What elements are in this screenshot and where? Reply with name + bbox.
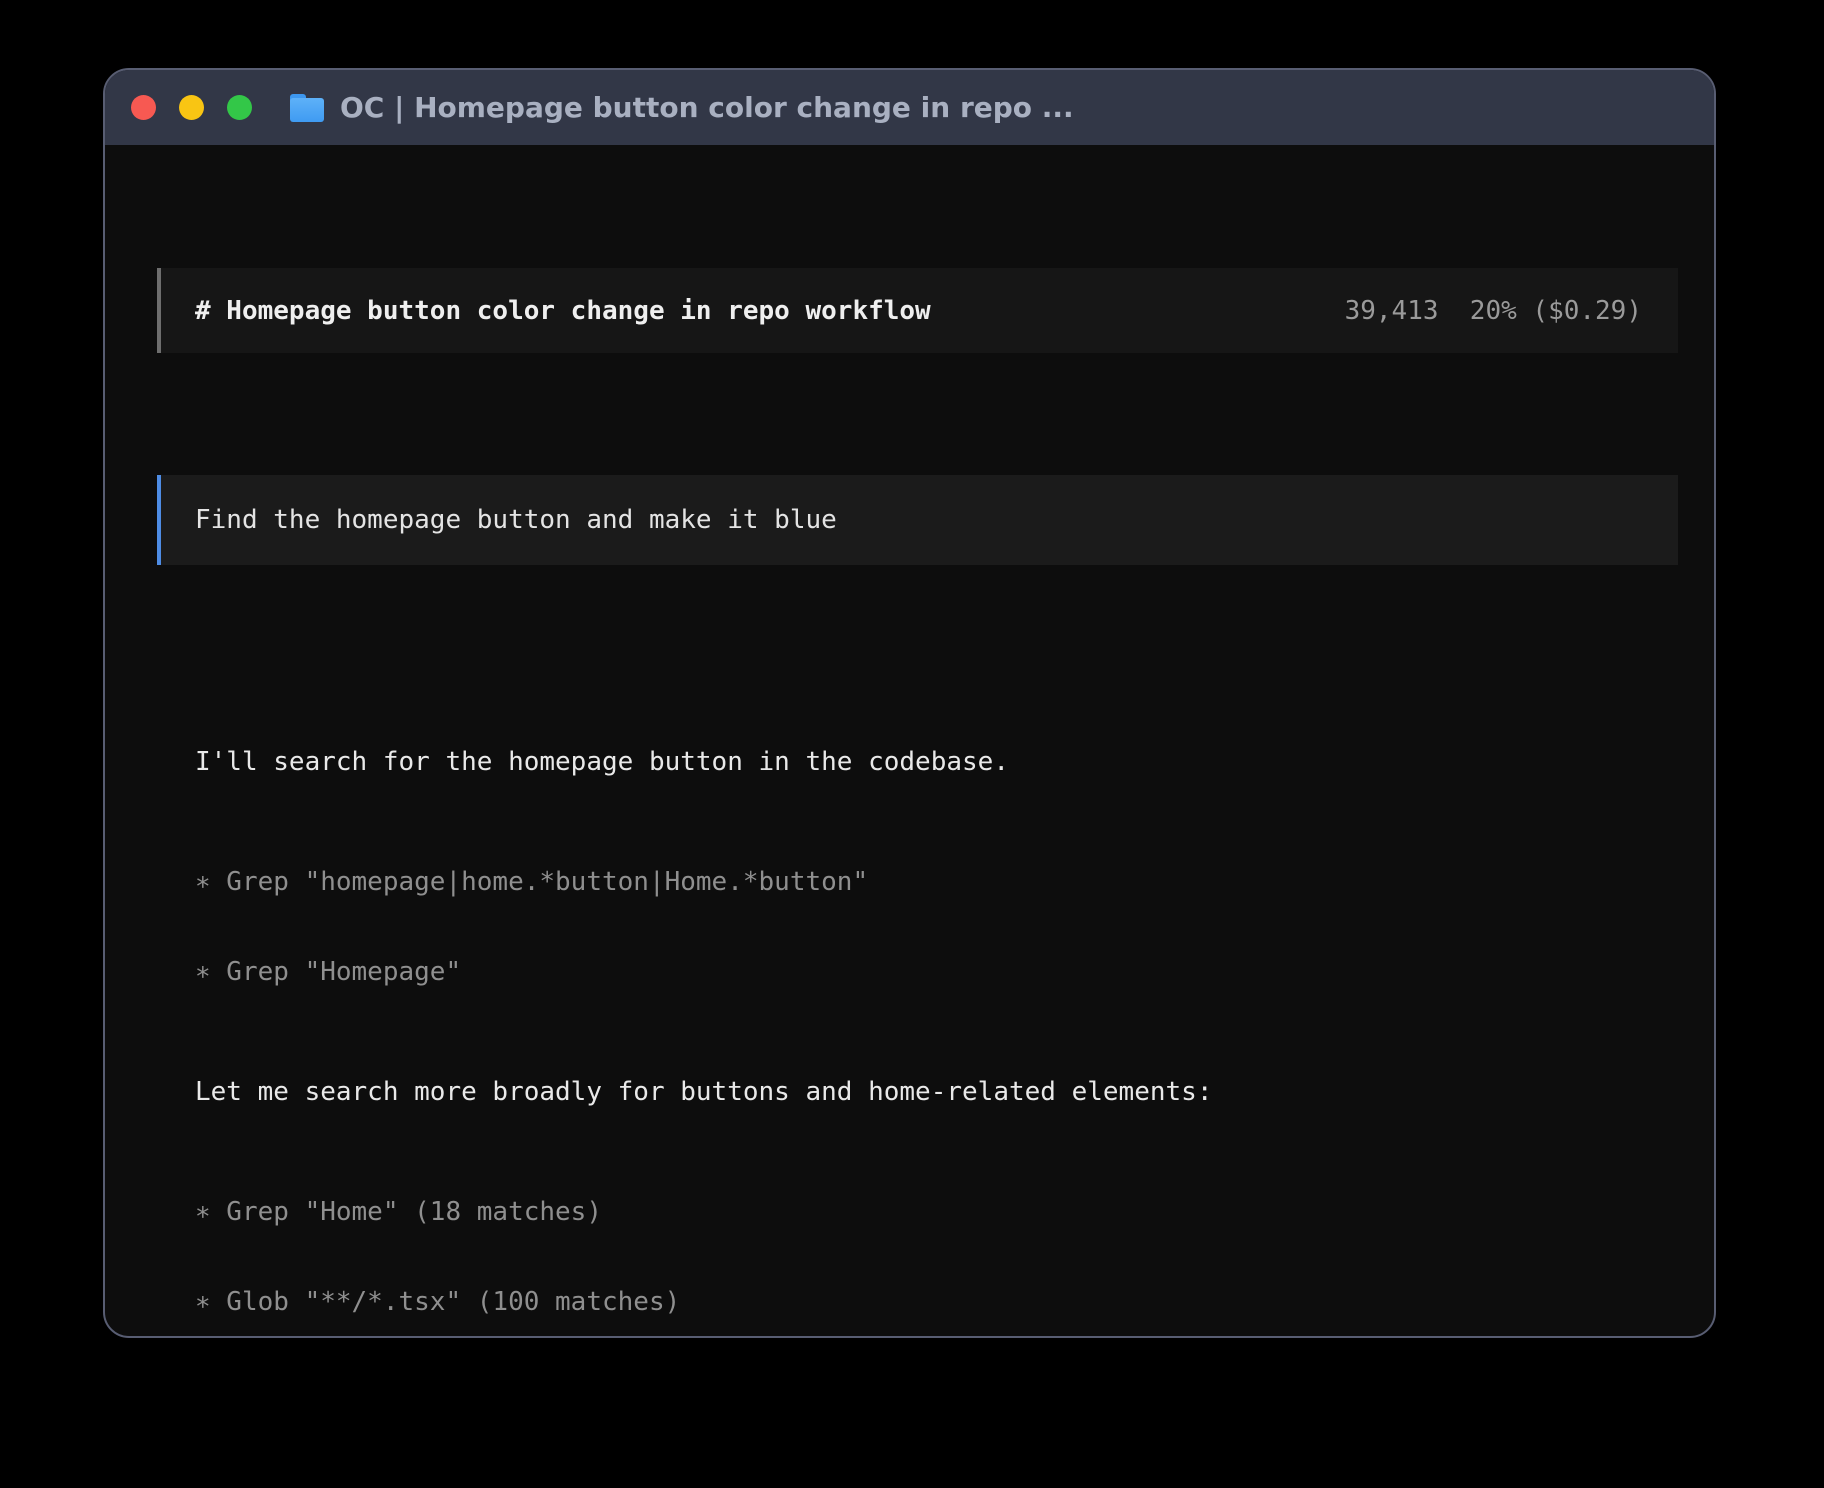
folder-icon xyxy=(290,94,324,122)
minimize-button[interactable] xyxy=(179,95,204,120)
session-token-stats: 39,413 20% ($0.29) xyxy=(1345,296,1642,326)
tool-call-grep: ∗ Grep "Homepage" xyxy=(195,957,1678,987)
tool-call-grep: ∗ Grep "Home" (18 matches) xyxy=(195,1197,1678,1227)
tool-call-grep: ∗ Grep "homepage|home.*button|Home.*butt… xyxy=(195,867,1678,897)
user-message-text: Find the homepage button and make it blu… xyxy=(195,505,837,535)
terminal-content: # Homepage button color change in repo w… xyxy=(105,145,1714,1338)
window-title: OC | Homepage button color change in rep… xyxy=(340,91,1074,124)
assistant-text-line: I'll search for the homepage button in t… xyxy=(195,747,1678,777)
traffic-lights xyxy=(131,95,252,120)
assistant-text-line: Let me search more broadly for buttons a… xyxy=(195,1077,1678,1107)
session-title: # Homepage button color change in repo w… xyxy=(195,296,931,326)
tool-call-glob: ∗ Glob "**/*.tsx" (100 matches) xyxy=(195,1287,1678,1317)
assistant-output: I'll search for the homepage button in t… xyxy=(157,687,1678,1338)
maximize-button[interactable] xyxy=(227,95,252,120)
window-titlebar[interactable]: OC | Homepage button color change in rep… xyxy=(105,70,1714,145)
user-message: Find the homepage button and make it blu… xyxy=(157,475,1678,565)
session-header: # Homepage button color change in repo w… xyxy=(157,268,1678,353)
close-button[interactable] xyxy=(131,95,156,120)
terminal-window: OC | Homepage button color change in rep… xyxy=(103,68,1716,1338)
